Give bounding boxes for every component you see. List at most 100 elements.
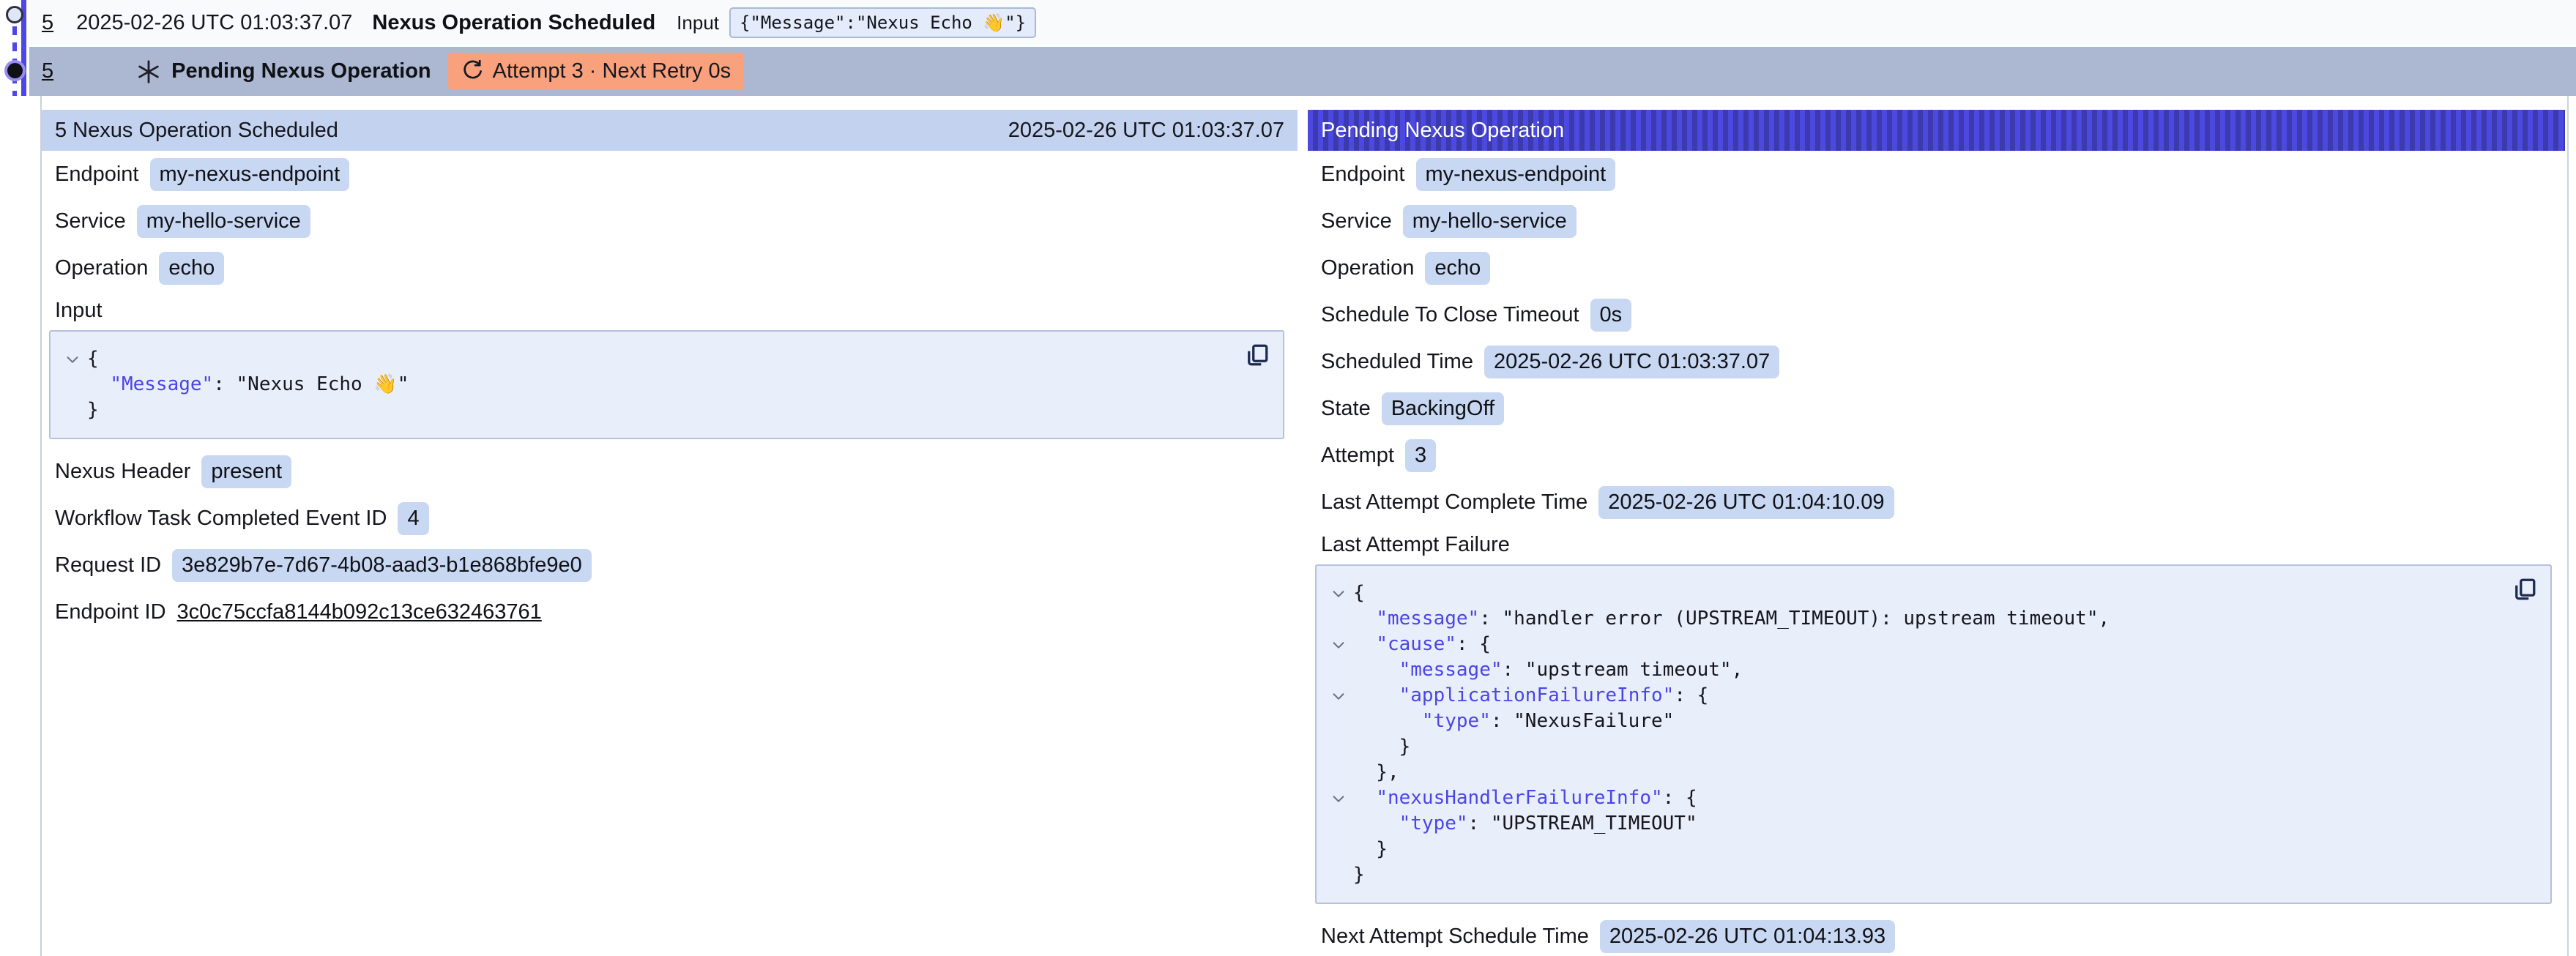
field-next-attempt-schedule-time: Next Attempt Schedule Time 2025-02-26 UTC… xyxy=(1321,920,2552,953)
code-text: } xyxy=(1353,837,1388,862)
field-schedule-to-close-timeout: Schedule To Close Timeout0s xyxy=(1321,299,2552,332)
field-value-badge: BackingOff xyxy=(1382,392,1504,425)
code-gutter xyxy=(1324,811,1353,837)
field-request-id: Request ID 3e829b7e-7d67-4b08-aad3-b1e868… xyxy=(55,549,1284,582)
code-text: "type": "UPSTREAM_TIMEOUT" xyxy=(1353,811,1697,837)
field-value-badge: 2025-02-26 UTC 01:04:10.09 xyxy=(1598,486,1894,519)
code-line: "type": "NexusFailure" xyxy=(1324,709,2499,734)
fold-chevron-icon[interactable] xyxy=(58,346,87,372)
field-operation: Operation echo xyxy=(1321,252,2552,285)
timeline-node-open-icon xyxy=(6,6,23,23)
right-fields-top: Endpoint my-nexus-endpoint Service my-hello… xyxy=(1321,158,2552,519)
detail-right-border xyxy=(2567,96,2569,956)
code-text: "applicationFailureInfo": { xyxy=(1353,683,1708,709)
code-gutter xyxy=(1324,837,1353,862)
event-timestamp: 2025-02-26 UTC 01:03:37.07 xyxy=(76,11,352,35)
event-title: Nexus Operation Scheduled xyxy=(372,11,655,35)
code-text: } xyxy=(1353,862,1365,888)
code-line: "message": "upstream timeout", xyxy=(1324,657,2499,683)
left-fields-bottom: Nexus Header present Workflow Task Complet… xyxy=(55,455,1284,629)
code-text: } xyxy=(87,397,99,423)
code-text: { xyxy=(87,346,99,372)
event-input-label: Input xyxy=(677,12,719,34)
field-label: Request ID xyxy=(55,553,161,578)
code-text: "cause": { xyxy=(1353,632,1491,657)
fold-chevron-icon[interactable] xyxy=(1324,683,1353,709)
field-value-badge: my-hello-service xyxy=(137,205,310,238)
code-gutter xyxy=(58,397,87,423)
code-gutter xyxy=(1324,657,1353,683)
code-line: "applicationFailureInfo": { xyxy=(1324,683,2499,709)
code-text: "Message": "Nexus Echo 👋" xyxy=(87,372,409,397)
code-gutter xyxy=(58,372,87,397)
field-label: Nexus Header xyxy=(55,460,190,484)
field-label: Endpoint xyxy=(1321,163,1405,187)
field-value-badge: 2025-02-26 UTC 01:04:13.93 xyxy=(1600,920,1895,953)
field-endpoint: Endpointmy-nexus-endpoint xyxy=(55,158,1284,191)
field-value-badge: echo xyxy=(1425,252,1490,285)
code-line: } xyxy=(1324,837,2499,862)
event-input-chip: {"Message":"Nexus Echo 👋"} xyxy=(729,7,1036,38)
json-code-block: { "message": "handler error (UPSTREAM_TI… xyxy=(1315,564,2552,904)
code-line: "type": "UPSTREAM_TIMEOUT" xyxy=(1324,811,2499,837)
field-value-link[interactable]: 3c0c75ccfa8144b092c13ce632463761 xyxy=(177,600,542,624)
code-line: { xyxy=(1324,580,2499,606)
left-fields-top: Endpointmy-nexus-endpoint Service my-hello… xyxy=(55,158,1284,285)
field-label: Workflow Task Completed Event ID xyxy=(55,507,387,531)
field-service: Service my-hello-service xyxy=(55,205,1284,238)
copy-icon xyxy=(2512,576,2538,602)
field-label: State xyxy=(1321,397,1371,421)
field-value-badge: present xyxy=(201,455,291,488)
left-panel-title: 5 Nexus Operation Scheduled xyxy=(55,119,338,143)
input-block-label: Input xyxy=(55,299,1284,323)
field-value-badge: 3e829b7e-7d67-4b08-aad3-b1e868bfe9e0 xyxy=(172,549,592,582)
code-text: "message": "upstream timeout", xyxy=(1353,657,1743,683)
timeline-node-current-icon xyxy=(7,63,23,78)
field-value-badge: 0s xyxy=(1590,299,1632,332)
code-line: "Message": "Nexus Echo 👋" xyxy=(58,372,1232,397)
panel-pending-operation: Pending Nexus Operation Endpoint my-nexus… xyxy=(1308,110,2565,956)
code-line: "nexusHandlerFailureInfo": { xyxy=(1324,785,2499,811)
right-panel-header: Pending Nexus Operation xyxy=(1308,110,2565,151)
event-history-screen: 5 2025-02-26 UTC 01:03:37.07 Nexus Opera… xyxy=(0,0,2576,956)
field-value-badge: my-nexus-endpoint xyxy=(1416,158,1616,191)
left-panel-header: 5 Nexus Operation Scheduled 2025-02-26 U… xyxy=(42,110,1298,151)
field-workflow-task-completed-event-id: Workflow Task Completed Event ID 4 xyxy=(55,502,1284,535)
fold-chevron-icon[interactable] xyxy=(1324,632,1353,657)
fold-chevron-icon[interactable] xyxy=(1324,785,1353,811)
field-value-badge: 4 xyxy=(398,502,428,535)
fold-chevron-icon[interactable] xyxy=(1324,580,1353,606)
field-value-badge: echo xyxy=(159,252,224,285)
copy-button[interactable] xyxy=(2511,576,2539,604)
pending-asterisk-icon xyxy=(135,59,162,85)
code-line: "cause": { xyxy=(1324,632,2499,657)
event-row-pending[interactable]: 5 Pending Nexus Operation Attempt 3 · Ne… xyxy=(29,47,2576,96)
field-label: Next Attempt Schedule Time xyxy=(1321,925,1589,949)
right-panel-title: Pending Nexus Operation xyxy=(1321,119,1564,143)
field-value-badge: 3 xyxy=(1405,439,1436,472)
pending-title: Pending Nexus Operation xyxy=(171,59,431,83)
event-row-scheduled[interactable]: 5 2025-02-26 UTC 01:03:37.07 Nexus Opera… xyxy=(29,0,2576,45)
code-gutter xyxy=(1324,734,1353,760)
code-text: { xyxy=(1353,580,1365,606)
field-label: Service xyxy=(1321,209,1392,234)
code-gutter xyxy=(1324,606,1353,632)
event-id-link[interactable]: 5 xyxy=(42,59,53,83)
field-label: Scheduled Time xyxy=(1321,350,1473,374)
field-service: Service my-hello-service xyxy=(1321,205,2552,238)
event-id-link[interactable]: 5 xyxy=(42,11,53,35)
failure-block-label: Last Attempt Failure xyxy=(1321,533,2552,557)
code-line: } xyxy=(1324,734,2499,760)
field-attempt: Attempt3 xyxy=(1321,439,2552,472)
input-code-block: { "Message": "Nexus Echo 👋"} xyxy=(55,330,1284,439)
field-value-badge: my-hello-service xyxy=(1403,205,1577,238)
field-value-badge: 2025-02-26 UTC 01:03:37.07 xyxy=(1484,346,1779,378)
field-label: Endpoint xyxy=(55,163,139,187)
code-line: } xyxy=(1324,862,2499,888)
field-label: Operation xyxy=(1321,256,1414,280)
retry-icon xyxy=(461,60,484,83)
field-endpoint-id: Endpoint ID3c0c75ccfa8144b092c13ce632463… xyxy=(55,596,1284,629)
field-operation: Operationecho xyxy=(55,252,1284,285)
field-label: Service xyxy=(55,209,126,234)
copy-button[interactable] xyxy=(1243,342,1271,370)
